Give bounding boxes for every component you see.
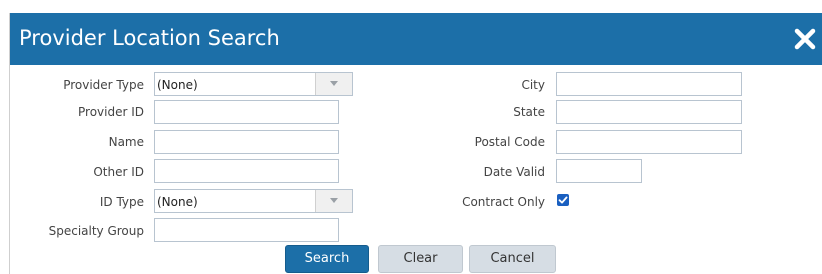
- name-input[interactable]: [154, 130, 339, 154]
- date-valid-label: Date Valid: [483, 165, 545, 179]
- dialog-title: Provider Location Search: [19, 26, 280, 50]
- provider-location-search-dialog: Provider Location Search Provider Type (…: [9, 13, 822, 274]
- contract-only-label: Contract Only: [462, 195, 545, 209]
- close-icon[interactable]: [792, 26, 818, 52]
- city-label: City: [521, 78, 545, 92]
- clear-button[interactable]: Clear: [378, 245, 463, 273]
- postal-code-input[interactable]: [556, 130, 742, 154]
- id-type-select[interactable]: (None): [154, 189, 353, 213]
- provider-id-input[interactable]: [154, 100, 339, 124]
- specialty-group-label: Specialty Group: [48, 224, 144, 238]
- dialog-titlebar: Provider Location Search: [10, 13, 822, 65]
- provider-type-label: Provider Type: [63, 78, 144, 92]
- chevron-down-icon[interactable]: [315, 190, 352, 212]
- specialty-group-input[interactable]: [154, 218, 339, 242]
- city-input[interactable]: [556, 72, 742, 96]
- id-type-value: (None): [157, 195, 198, 209]
- id-type-label: ID Type: [99, 195, 144, 209]
- provider-type-select[interactable]: (None): [154, 72, 353, 96]
- name-label: Name: [108, 135, 144, 149]
- cancel-button[interactable]: Cancel: [469, 245, 556, 273]
- other-id-input[interactable]: [154, 159, 339, 183]
- chevron-down-icon[interactable]: [315, 73, 352, 95]
- postal-code-label: Postal Code: [474, 135, 545, 149]
- provider-id-label: Provider ID: [78, 105, 144, 119]
- contract-only-checkbox[interactable]: [557, 194, 569, 206]
- date-valid-input[interactable]: [556, 159, 642, 183]
- provider-type-value: (None): [157, 78, 198, 92]
- other-id-label: Other ID: [93, 165, 144, 179]
- state-label: State: [513, 105, 545, 119]
- search-button[interactable]: Search: [285, 245, 369, 273]
- state-input[interactable]: [556, 100, 742, 124]
- checkmark-icon: [558, 196, 568, 204]
